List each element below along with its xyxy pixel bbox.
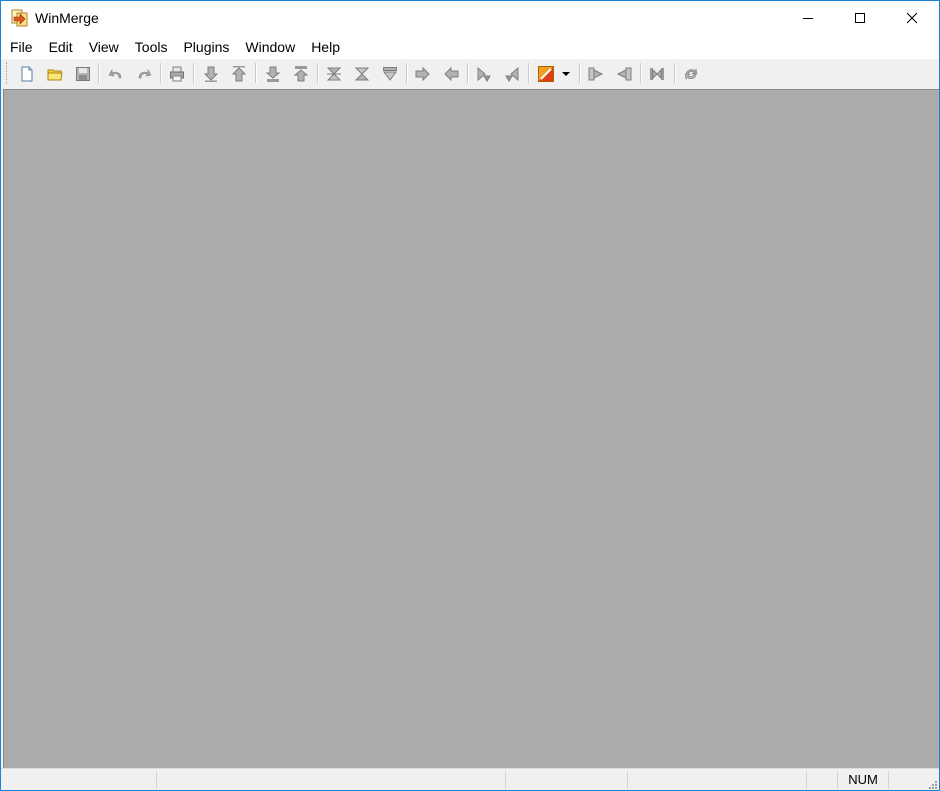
toolbar-separator (406, 63, 408, 83)
close-button[interactable] (889, 1, 935, 35)
compare-button[interactable] (646, 63, 668, 85)
current-diff-icon (326, 67, 342, 81)
prev-diff-icon (231, 66, 247, 82)
next-conflict-icon (354, 67, 370, 81)
next-conflict-button[interactable] (351, 63, 373, 85)
copy-right-icon (415, 66, 430, 82)
redo-icon (138, 68, 152, 79)
current-diff-button[interactable] (323, 63, 345, 85)
status-pane (156, 771, 505, 789)
undo-icon (108, 68, 122, 79)
open-button[interactable] (44, 63, 66, 85)
status-pane (627, 771, 806, 789)
all-right-button[interactable] (585, 63, 607, 85)
print-button[interactable] (166, 63, 188, 85)
last-diff-button[interactable] (290, 63, 312, 85)
menu-help[interactable]: Help (303, 35, 348, 59)
first-diff-icon (265, 66, 281, 82)
next-diff-icon (203, 66, 219, 82)
last-diff-icon (293, 66, 309, 82)
menu-view[interactable]: View (81, 35, 127, 59)
toolbar-separator (193, 63, 195, 83)
all-left-button[interactable] (613, 63, 635, 85)
toolbar-separator (317, 63, 319, 83)
status-bar: NUM (1, 768, 939, 790)
copy-right-button[interactable] (412, 63, 434, 85)
save-button[interactable] (72, 63, 94, 85)
options-dropdown[interactable] (560, 63, 572, 85)
prev-diff-button[interactable] (228, 63, 250, 85)
toolbar-separator (640, 63, 642, 83)
close-icon (906, 12, 918, 24)
refresh-button[interactable] (680, 63, 702, 85)
copy-left-button[interactable] (440, 63, 462, 85)
compare-icon (650, 68, 664, 80)
status-pane (806, 771, 837, 789)
print-icon (170, 66, 184, 82)
refresh-icon (684, 68, 698, 80)
toolbar-grip[interactable] (6, 62, 10, 84)
toolbar-separator (160, 63, 162, 83)
maximize-button[interactable] (837, 1, 883, 35)
mdi-client-area[interactable] (3, 89, 939, 768)
prev-conflict-icon (383, 67, 397, 81)
menu-window[interactable]: Window (237, 35, 303, 59)
toolbar (1, 59, 939, 88)
prev-conflict-button[interactable] (379, 63, 401, 85)
save-icon (76, 67, 90, 81)
new-button[interactable] (16, 63, 38, 85)
copy-right-advance-button[interactable] (473, 63, 495, 85)
all-right-icon (588, 67, 604, 81)
open-icon (47, 69, 63, 81)
chevron-down-icon (562, 72, 570, 76)
winmerge-app-icon[interactable] (11, 9, 29, 27)
first-diff-button[interactable] (262, 63, 284, 85)
status-num-indicator: NUM (837, 771, 888, 789)
toolbar-separator (674, 63, 676, 83)
menu-edit[interactable]: Edit (41, 35, 81, 59)
toolbar-separator (467, 63, 469, 83)
copy-left-advance-icon (505, 66, 519, 82)
menu-file[interactable]: File (1, 35, 41, 59)
copy-left-advance-button[interactable] (501, 63, 523, 85)
maximize-icon (855, 13, 865, 23)
minimize-button[interactable] (785, 1, 831, 35)
new-icon (21, 66, 33, 82)
options-button[interactable] (535, 63, 557, 85)
undo-button[interactable] (105, 63, 127, 85)
next-diff-button[interactable] (200, 63, 222, 85)
minimize-icon (803, 18, 813, 19)
copy-right-advance-icon (477, 66, 491, 82)
menu-bar: File Edit View Tools Plugins Window Help (1, 35, 939, 59)
all-left-icon (616, 67, 632, 81)
status-pane (505, 771, 626, 789)
copy-left-icon (444, 66, 459, 82)
status-pane (888, 771, 917, 789)
menu-plugins[interactable]: Plugins (175, 35, 237, 59)
resize-grip-icon[interactable] (927, 779, 937, 789)
title-bar[interactable]: WinMerge (1, 1, 939, 35)
toolbar-separator (579, 63, 581, 83)
options-icon (538, 66, 554, 82)
winmerge-window: WinMerge File Edit View Tools Plugins Wi… (0, 0, 940, 791)
redo-button[interactable] (133, 63, 155, 85)
menu-tools[interactable]: Tools (127, 35, 176, 59)
window-title: WinMerge (35, 10, 99, 26)
toolbar-separator (528, 63, 530, 83)
toolbar-separator (255, 63, 257, 83)
toolbar-separator (98, 63, 100, 83)
